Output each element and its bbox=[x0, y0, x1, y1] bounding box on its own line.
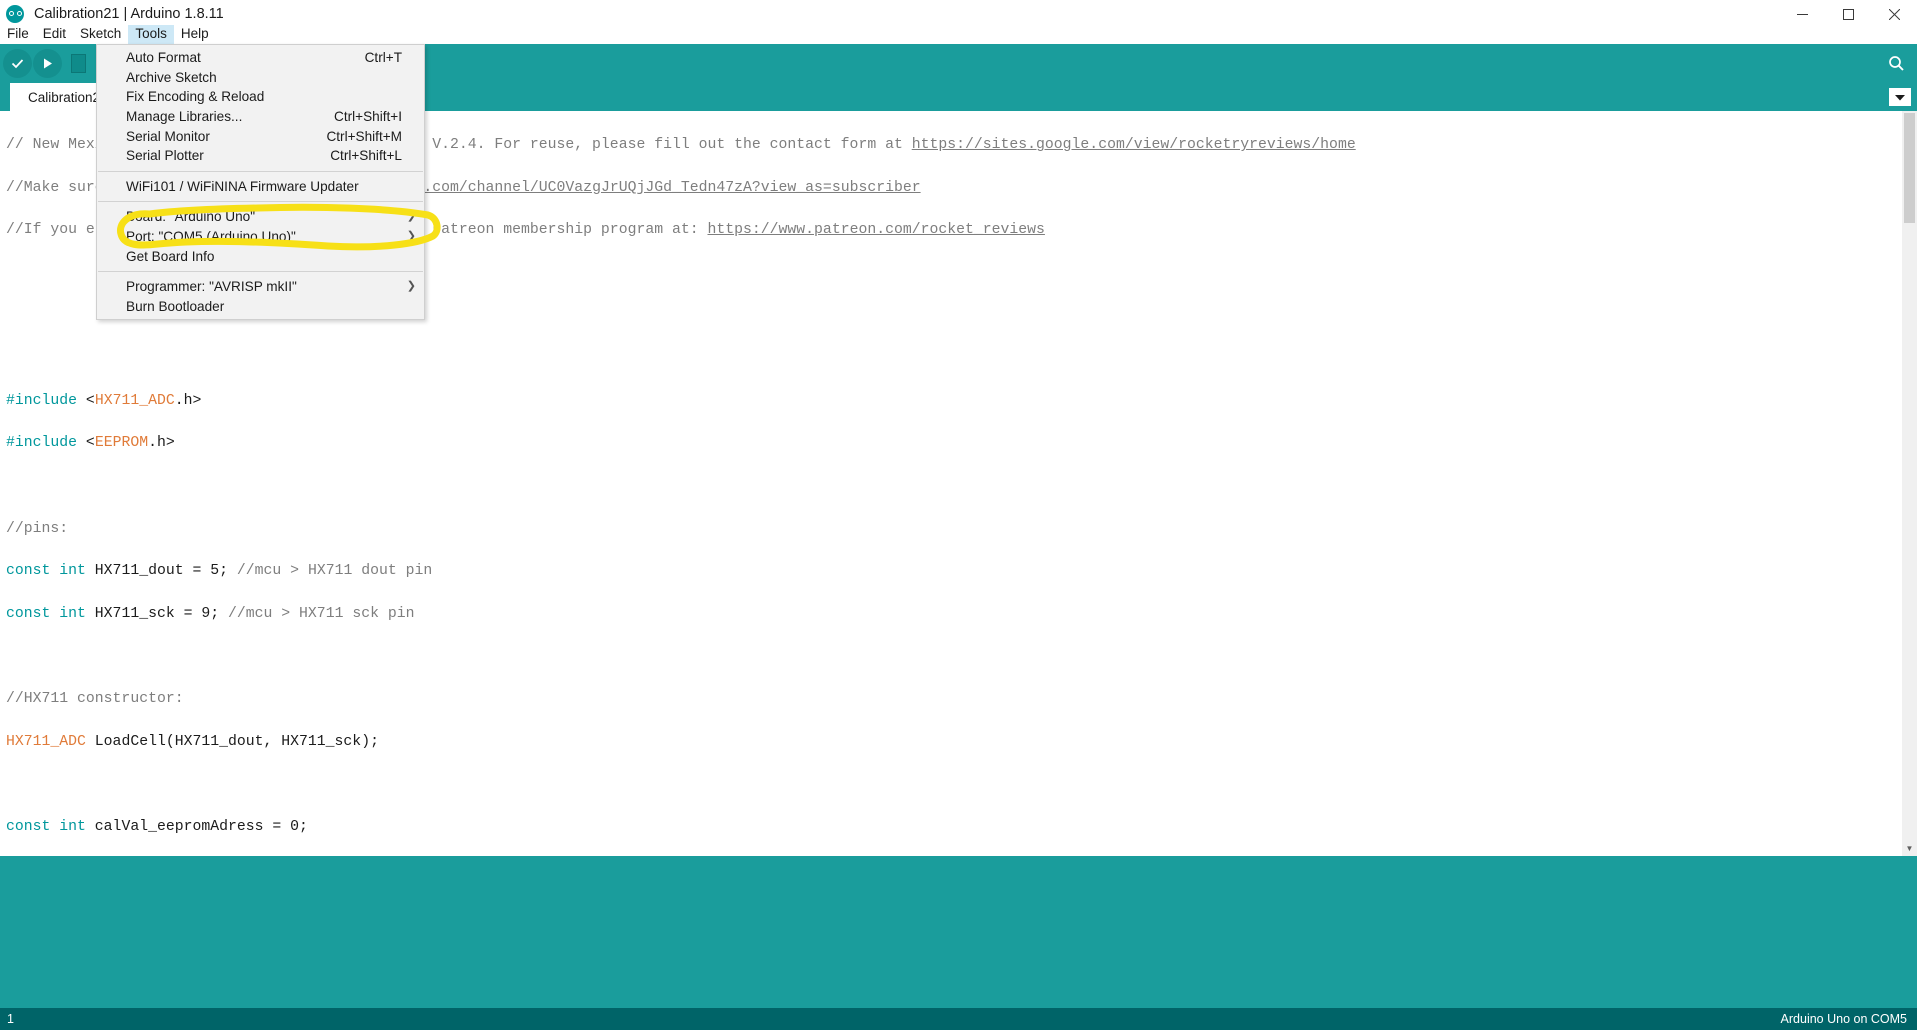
menu-item-get-board-info[interactable]: Get Board Info bbox=[97, 246, 424, 266]
menu-item-label: Fix Encoding & Reload bbox=[126, 89, 265, 105]
menu-item-accel: Ctrl+T bbox=[364, 50, 402, 66]
menu-item-serial-plotter[interactable]: Serial Plotter Ctrl+Shift+L bbox=[97, 146, 424, 166]
chevron-right-icon: ❯ bbox=[406, 210, 416, 223]
arduino-logo-icon bbox=[6, 5, 24, 23]
title-bar: Calibration21 | Arduino 1.8.11 bbox=[0, 0, 1917, 28]
menubar-item-edit[interactable]: Edit bbox=[36, 25, 73, 44]
status-line-number: 1 bbox=[7, 1012, 14, 1026]
verify-button[interactable] bbox=[3, 49, 32, 78]
code-line: //pins: bbox=[6, 520, 69, 537]
menu-item-manage-libraries[interactable]: Manage Libraries... Ctrl+Shift+I bbox=[97, 107, 424, 127]
window-title: Calibration21 | Arduino 1.8.11 bbox=[34, 6, 224, 22]
menu-item-label: Burn Bootloader bbox=[126, 298, 225, 314]
menu-item-board[interactable]: Board: "Arduino Uno" ❯ bbox=[97, 207, 424, 227]
menu-item-wifi-firmware-updater[interactable]: WiFi101 / WiFiNINA Firmware Updater bbox=[97, 177, 424, 197]
code-line: const int calVal_eepromAdress = 0; bbox=[6, 818, 308, 835]
console-output bbox=[0, 856, 1917, 1010]
menu-item-accel: Ctrl+Shift+M bbox=[326, 128, 402, 144]
menubar-item-sketch[interactable]: Sketch bbox=[73, 25, 128, 44]
menu-item-label: Port: "COM5 (Arduino Uno)" bbox=[126, 229, 296, 245]
menu-separator bbox=[98, 170, 423, 172]
menu-item-label: WiFi101 / WiFiNINA Firmware Updater bbox=[126, 178, 359, 194]
menu-bar: File Edit Sketch Tools Help bbox=[0, 25, 1917, 44]
maximize-icon[interactable] bbox=[1825, 0, 1871, 28]
menu-item-burn-bootloader[interactable]: Burn Bootloader bbox=[97, 297, 424, 317]
menu-item-label: Programmer: "AVRISP mkII" bbox=[126, 279, 297, 295]
menu-item-label: Board: "Arduino Uno" bbox=[126, 209, 256, 225]
window-controls bbox=[1779, 0, 1917, 28]
code-line: //HX711 constructor: bbox=[6, 691, 184, 708]
menubar-item-help[interactable]: Help bbox=[174, 25, 216, 44]
menu-item-port[interactable]: Port: "COM5 (Arduino Uno)" ❯ bbox=[97, 227, 424, 247]
code-line: HX711_ADC LoadCell(HX711_dout, HX711_sck… bbox=[6, 733, 379, 750]
scrollbar-thumb[interactable] bbox=[1904, 113, 1915, 223]
menu-separator bbox=[98, 270, 423, 272]
menu-item-fix-encoding-reload[interactable]: Fix Encoding & Reload bbox=[97, 87, 424, 107]
menu-item-label: Serial Monitor bbox=[126, 128, 210, 144]
tools-dropdown-menu[interactable]: Auto Format Ctrl+T Archive Sketch Fix En… bbox=[96, 44, 425, 321]
code-line: const int HX711_sck = 9; //mcu > HX711 s… bbox=[6, 605, 415, 622]
menu-item-label: Get Board Info bbox=[126, 248, 215, 264]
editor-scrollbar[interactable]: ▲ ▼ bbox=[1902, 111, 1917, 856]
upload-button[interactable] bbox=[33, 49, 62, 78]
menu-separator bbox=[98, 201, 423, 203]
code-line: #include <EEPROM.h> bbox=[6, 435, 175, 452]
menu-item-accel: Ctrl+Shift+L bbox=[330, 148, 402, 164]
menu-item-accel: Ctrl+Shift+I bbox=[334, 109, 402, 125]
new-sketch-button[interactable] bbox=[65, 51, 91, 76]
close-icon[interactable] bbox=[1871, 0, 1917, 28]
chevron-down-icon[interactable] bbox=[1889, 88, 1911, 106]
status-bar: 1 Arduino Uno on COM5 bbox=[0, 1008, 1917, 1030]
menu-item-label: Serial Plotter bbox=[126, 148, 204, 164]
menubar-item-file[interactable]: File bbox=[0, 25, 36, 44]
menu-item-programmer[interactable]: Programmer: "AVRISP mkII" ❯ bbox=[97, 277, 424, 297]
menu-item-auto-format[interactable]: Auto Format Ctrl+T bbox=[97, 48, 424, 68]
chevron-right-icon: ❯ bbox=[406, 280, 416, 293]
scroll-down-icon[interactable]: ▼ bbox=[1902, 841, 1917, 856]
code-line: #include <HX711_ADC.h> bbox=[6, 392, 202, 409]
status-board-info: Arduino Uno on COM5 bbox=[1780, 1012, 1907, 1026]
minimize-icon[interactable] bbox=[1779, 0, 1825, 28]
code-line: const int HX711_dout = 5; //mcu > HX711 … bbox=[6, 563, 433, 580]
menu-item-label: Archive Sketch bbox=[126, 69, 217, 85]
menubar-item-tools[interactable]: Tools bbox=[128, 25, 174, 44]
menu-item-archive-sketch[interactable]: Archive Sketch bbox=[97, 68, 424, 88]
chevron-right-icon: ❯ bbox=[406, 230, 416, 243]
menu-item-label: Manage Libraries... bbox=[126, 109, 243, 125]
serial-monitor-button[interactable] bbox=[1885, 52, 1907, 74]
menu-item-label: Auto Format bbox=[126, 50, 201, 66]
menu-item-serial-monitor[interactable]: Serial Monitor Ctrl+Shift+M bbox=[97, 126, 424, 146]
